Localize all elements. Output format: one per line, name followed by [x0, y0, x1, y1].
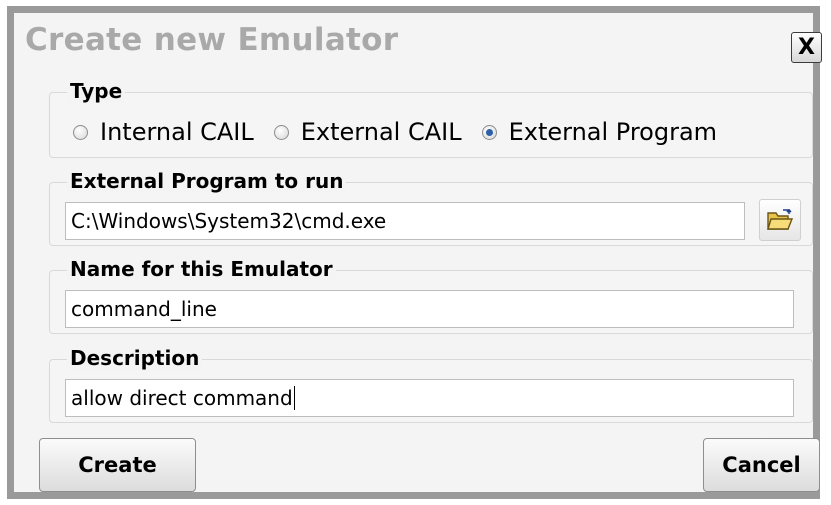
external-program-value: C:\Windows\System32\cmd.exe — [71, 209, 387, 233]
close-button[interactable]: X — [791, 32, 822, 63]
emulator-name-legend: Name for this Emulator — [67, 257, 336, 281]
create-emulator-dialog: Create new Emulator X Type Internal CAIL… — [7, 6, 822, 499]
emulator-name-input[interactable]: command_line — [65, 290, 794, 328]
emulator-name-value: command_line — [71, 297, 217, 321]
external-program-input[interactable]: C:\Windows\System32\cmd.exe — [65, 202, 745, 240]
radio-circle-icon[interactable] — [273, 124, 289, 140]
cancel-button[interactable]: Cancel — [703, 438, 820, 492]
radio-checked-icon[interactable] — [481, 124, 497, 140]
close-icon: X — [798, 35, 815, 60]
description-value: allow direct command — [71, 386, 293, 410]
text-caret — [293, 386, 295, 410]
create-button[interactable]: Create — [39, 438, 196, 492]
emulator-name-group: Name for this Emulator command_line — [49, 257, 813, 334]
radio-external-cail[interactable]: External CAIL — [273, 118, 462, 146]
external-program-legend: External Program to run — [67, 169, 347, 193]
description-legend: Description — [67, 346, 203, 370]
open-folder-icon — [767, 208, 794, 230]
radio-circle-icon[interactable] — [73, 124, 88, 140]
dialog-title: Create new Emulator — [25, 22, 399, 58]
browse-button[interactable] — [759, 199, 801, 241]
external-program-group: External Program to run C:\Windows\Syste… — [49, 169, 813, 246]
type-legend: Type — [67, 79, 126, 103]
description-group: Description allow direct command — [49, 346, 813, 423]
radio-label: External CAIL — [300, 118, 462, 146]
description-input[interactable]: allow direct command — [65, 379, 794, 417]
radio-internal-cail[interactable]: Internal CAIL — [73, 118, 254, 146]
type-group: Type Internal CAIL External CAIL Externa… — [49, 79, 813, 158]
type-radio-row: Internal CAIL External CAIL External Pro… — [73, 118, 737, 146]
radio-label: External Program — [508, 118, 718, 146]
radio-label: Internal CAIL — [100, 118, 254, 146]
radio-external-program[interactable]: External Program — [481, 118, 718, 146]
